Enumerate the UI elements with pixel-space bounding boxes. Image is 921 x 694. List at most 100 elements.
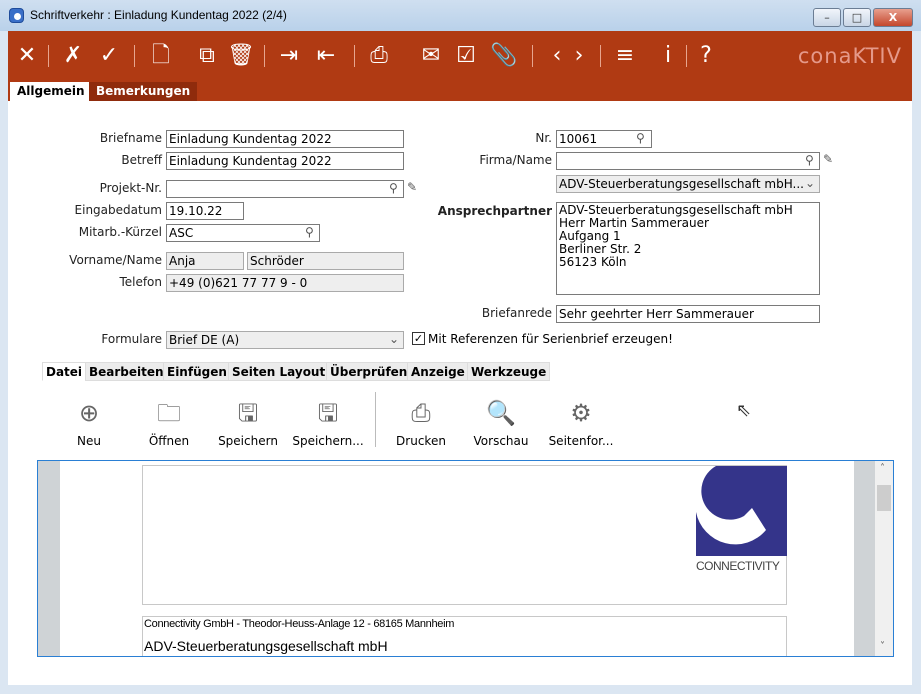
print-preview-icon: 🔍 [486, 399, 516, 427]
close-button[interactable]: X [873, 8, 913, 27]
scrollbar-thumb[interactable] [877, 485, 891, 511]
vorname-field: Anja [166, 252, 244, 270]
ribbon-tab-ueberpruefen[interactable]: Überprüfen [326, 362, 412, 381]
briefname-label: Briefname [99, 131, 162, 145]
address-box: Connectivity GmbH - Theodor-Heuss-Anlage… [142, 616, 787, 656]
mail-icon[interactable]: ✉ [418, 43, 444, 69]
separator [48, 45, 49, 67]
ansprech-label: Ansprechpartner [437, 204, 552, 218]
briefanrede-label: Briefanrede [481, 306, 552, 320]
telefon-field: +49 (0)621 77 77 9 - 0 [166, 274, 404, 292]
telefon-label: Telefon [119, 275, 162, 289]
print-icon[interactable]: ⎙ [366, 43, 392, 69]
help-icon[interactable]: ? [693, 43, 719, 69]
vertical-scrollbar[interactable]: ˄ ˅ [875, 461, 893, 656]
ansprech-line: 56123 Köln [559, 255, 627, 269]
briefname-input[interactable]: Einladung Kundentag 2022 [166, 130, 404, 148]
neu-label: Neu [77, 434, 101, 448]
separator [686, 45, 687, 67]
recipient-line: ADV-Steuerberatungsgesellschaft mbH [144, 638, 388, 654]
search-icon[interactable]: ⚲ [389, 181, 398, 195]
app-icon [9, 8, 24, 23]
oeffnen-label: Öffnen [148, 434, 190, 448]
speichern-unter-button[interactable]: 🖫 Speichern... [288, 398, 368, 448]
printer-icon: ⎙ [411, 399, 431, 427]
formulare-label: Formulare [101, 332, 162, 346]
connectivity-logo-icon [696, 466, 787, 556]
menu-icon[interactable]: ≡ [612, 43, 638, 69]
neu-button[interactable]: ⊕ Neu [49, 398, 129, 448]
oeffnen-button[interactable]: 🗀 Öffnen [129, 398, 209, 448]
separator [134, 45, 135, 67]
ribbon-tab-seiten-layout[interactable]: Seiten Layout [228, 362, 330, 381]
vorname-label: Vorname/Name [69, 253, 162, 267]
minimize-button[interactable]: – [813, 8, 841, 27]
search-icon[interactable]: ⚲ [305, 225, 314, 239]
mitarb-input[interactable]: ASC [166, 224, 320, 242]
separator [354, 45, 355, 67]
pencil-icon[interactable]: ✎ [823, 152, 833, 166]
conaktiv-logo: conaKTIV [797, 44, 902, 68]
mouse-cursor-icon: ⇖ [736, 400, 752, 421]
briefanrede-input[interactable]: Sehr geehrter Herr Sammerauer [556, 305, 820, 323]
nr-label: Nr. [535, 131, 552, 145]
maximize-button[interactable]: □ [843, 8, 871, 27]
firma-input[interactable] [556, 152, 820, 170]
toolbar: ✕ ✗ ✓ 🗋 ⧉ 🗑 ⇥ ⇤ ⎙ ✉ ☑ 📎 ‹ › ≡ i ? conaKT… [8, 31, 912, 82]
seitenformat-button[interactable]: ⚙ Seitenfor... [541, 398, 621, 448]
next-icon[interactable]: › [566, 43, 592, 69]
chevron-down-icon[interactable]: ⌄ [805, 176, 815, 190]
ribbon-tab-werkzeuge[interactable]: Werkzeuge [467, 362, 551, 381]
export-icon[interactable]: ⇤ [313, 43, 339, 69]
info-icon[interactable]: i [655, 43, 681, 69]
ribbon-tab-einfuegen[interactable]: Einfügen [163, 362, 231, 381]
close-icon[interactable]: ✕ [14, 43, 40, 69]
sender-line: Connectivity GmbH - Theodor-Heuss-Anlage… [144, 618, 455, 630]
speichern-button[interactable]: 🖫 Speichern [208, 398, 288, 448]
checkbox-icon[interactable]: ☑ [453, 43, 479, 69]
separator [532, 45, 533, 67]
document-editor[interactable]: CONNECTIVITY Connectivity GmbH - Theodor… [37, 460, 894, 657]
betreff-label: Betreff [121, 153, 162, 167]
save-icon: 🖫 [237, 399, 259, 427]
formulare-select[interactable]: Brief DE (A) [166, 331, 404, 349]
page-settings-icon: ⚙ [570, 399, 592, 427]
speichern-unter-label: Speichern... [292, 434, 364, 448]
search-icon[interactable]: ⚲ [636, 131, 645, 145]
discard-icon[interactable]: ✗ [60, 43, 86, 69]
pencil-icon[interactable]: ✎ [407, 180, 417, 194]
main-tabs: Allgemein Bemerkungen [8, 82, 912, 101]
new-document-icon[interactable]: 🗋 [148, 43, 174, 69]
confirm-icon[interactable]: ✓ [96, 43, 122, 69]
ribbon-tab-datei[interactable]: Datei [42, 362, 87, 381]
betreff-input[interactable]: Einladung Kundentag 2022 [166, 152, 404, 170]
referenzen-checkbox[interactable]: ✓ [412, 332, 425, 345]
logo-text: CONNECTIVITY [696, 559, 780, 573]
plus-circle-icon: ⊕ [78, 399, 100, 427]
folder-icon: 🗀 [157, 399, 181, 427]
ribbon-tab-bearbeiten[interactable]: Bearbeiten [85, 362, 168, 381]
scroll-up-icon[interactable]: ˄ [880, 463, 885, 474]
name-field: Schröder [247, 252, 404, 270]
tab-bemerkungen[interactable]: Bemerkungen [89, 82, 198, 101]
separator [600, 45, 601, 67]
separator [264, 45, 265, 67]
ansprech-textarea[interactable]: ADV-Steuerberatungsgesellschaft mbH Herr… [556, 202, 820, 295]
scroll-down-icon[interactable]: ˅ [880, 641, 885, 652]
drucken-button[interactable]: ⎙ Drucken [381, 398, 461, 448]
referenzen-label: Mit Referenzen für Serienbrief erzeugen! [428, 332, 673, 346]
projekt-input[interactable] [166, 180, 404, 198]
firma-select[interactable]: ADV-Steuerberatungsgesellschaft mbH... [556, 175, 820, 193]
ribbon-tab-anzeige[interactable]: Anzeige [407, 362, 469, 381]
vorschau-button[interactable]: 🔍 Vorschau [461, 398, 541, 448]
title-bar: Schriftverkehr : Einladung Kundentag 202… [0, 0, 921, 31]
attachment-icon[interactable]: 📎 [490, 43, 517, 69]
window-title: Schriftverkehr : Einladung Kundentag 202… [30, 8, 287, 22]
copy-icon[interactable]: ⧉ [194, 43, 220, 69]
delete-icon[interactable]: 🗑 [227, 43, 255, 69]
search-icon[interactable]: ⚲ [805, 153, 814, 167]
eingabedatum-input[interactable]: 19.10.22 [166, 202, 244, 220]
import-icon[interactable]: ⇥ [276, 43, 302, 69]
chevron-down-icon[interactable]: ⌄ [389, 332, 399, 346]
tab-allgemein[interactable]: Allgemein [10, 82, 92, 101]
